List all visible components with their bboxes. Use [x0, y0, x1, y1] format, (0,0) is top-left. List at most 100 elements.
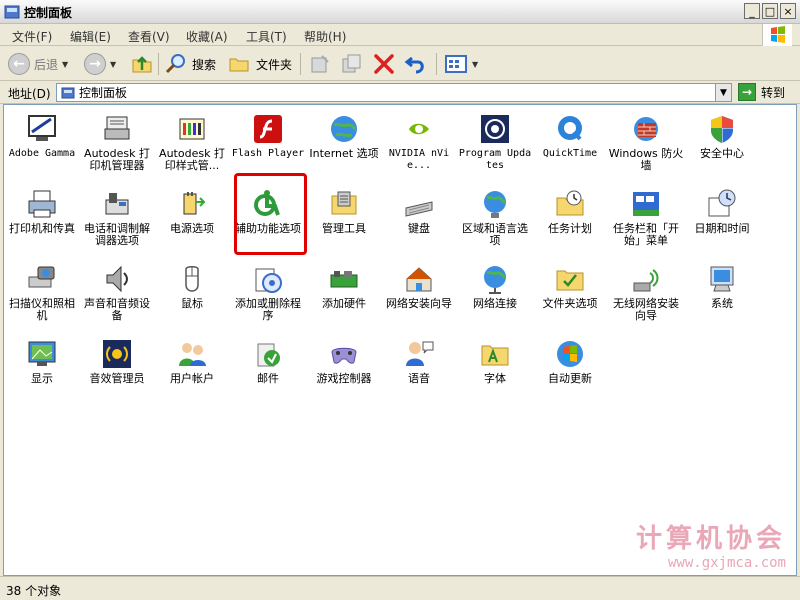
cp-item-label: 显示 — [31, 372, 53, 385]
cp-item-label: 自动更新 — [548, 372, 592, 385]
updates-icon — [479, 113, 511, 145]
cp-item-21[interactable]: 声音和音频设备 — [79, 263, 155, 322]
folders-icon — [229, 58, 249, 72]
cp-item-18[interactable]: 任务栏和「开始」菜单 — [608, 188, 684, 247]
copy-to-button[interactable] — [340, 51, 364, 77]
printer-manager-icon — [101, 113, 133, 145]
cp-item-37[interactable]: 自动更新 — [532, 338, 608, 385]
cp-item-24[interactable]: 添加硬件 — [306, 263, 382, 310]
cp-item-34[interactable]: 游戏控制器 — [306, 338, 382, 385]
cp-item-7[interactable]: QuickTime — [532, 113, 608, 160]
menu-bar: 文件(F) 编辑(E) 查看(V) 收藏(A) 工具(T) 帮助(H) — [0, 24, 800, 46]
cp-item-10[interactable]: 打印机和传真 — [4, 188, 80, 235]
cp-item-33[interactable]: 邮件 — [230, 338, 306, 385]
print-style-icon — [176, 113, 208, 145]
cp-item-27[interactable]: 文件夹选项 — [532, 263, 608, 310]
toolbar: ← 后退 ▼ → ▼ 搜索 文件夹 ▼ — [0, 47, 800, 81]
control-panel-icon — [4, 5, 20, 19]
cp-item-label: Adobe Gamma — [8, 148, 76, 159]
forward-button[interactable]: → ▼ — [84, 51, 116, 77]
cp-item-5[interactable]: NVIDIA nVie... — [381, 113, 457, 172]
back-button[interactable]: ← 后退 ▼ — [8, 51, 68, 77]
cp-item-label: 扫描仪和照相机 — [9, 297, 75, 322]
cp-item-12[interactable]: 电源选项 — [154, 188, 230, 235]
views-icon — [445, 55, 467, 73]
status-bar: 38 个对象 — [0, 576, 800, 600]
cp-item-26[interactable]: 网络连接 — [457, 263, 533, 310]
undo-icon — [404, 56, 424, 74]
cp-item-0[interactable]: Adobe Gamma — [4, 113, 80, 160]
forward-dropdown-icon[interactable]: ▼ — [110, 60, 116, 69]
folders-button[interactable]: 文件夹 — [228, 51, 292, 77]
close-button[interactable]: × — [780, 3, 796, 19]
cp-item-label: 添加硬件 — [322, 297, 366, 310]
address-input[interactable]: 控制面板 ▼ — [56, 83, 732, 102]
delete-x-icon — [374, 54, 394, 74]
menu-help[interactable]: 帮助(H) — [304, 28, 346, 45]
cp-item-35[interactable]: 语音 — [381, 338, 457, 385]
back-dropdown-icon[interactable]: ▼ — [62, 60, 68, 69]
cp-item-16[interactable]: 区域和语言选项 — [457, 188, 533, 247]
move-to-button[interactable] — [308, 51, 332, 77]
cp-item-4[interactable]: Internet 选项 — [306, 113, 382, 160]
maximize-button[interactable]: □ — [762, 3, 778, 19]
cp-item-14[interactable]: 管理工具 — [306, 188, 382, 235]
cp-item-23[interactable]: 添加或删除程序 — [230, 263, 306, 322]
cp-item-label: 鼠标 — [181, 297, 203, 310]
cp-item-28[interactable]: 无线网络安装向导 — [608, 263, 684, 322]
cp-item-1[interactable]: Autodesk 打印机管理器 — [79, 113, 155, 172]
status-object-count: 38 个对象 — [6, 584, 62, 598]
cp-item-6[interactable]: Program Updates — [457, 113, 533, 172]
cp-item-22[interactable]: 鼠标 — [154, 263, 230, 310]
menu-favorites[interactable]: 收藏(A) — [186, 28, 228, 45]
menu-file[interactable]: 文件(F) — [12, 28, 52, 45]
undo-button[interactable] — [404, 51, 428, 77]
add-remove-icon — [252, 263, 284, 295]
globe-icon — [328, 113, 360, 145]
nvidia-icon — [403, 113, 435, 145]
search-icon — [165, 54, 185, 74]
cp-item-2[interactable]: Autodesk 打印样式管... — [154, 113, 230, 172]
cp-item-20[interactable]: 扫描仪和照相机 — [4, 263, 80, 322]
views-button[interactable]: ▼ — [444, 51, 478, 77]
cp-item-30[interactable]: 显示 — [4, 338, 80, 385]
cp-item-label: 电话和调制解调器选项 — [84, 222, 150, 247]
cp-item-17[interactable]: 任务计划 — [532, 188, 608, 235]
control-panel-items: Adobe Gamma Autodesk 打印机管理器 Autodesk 打印样式管… — [3, 104, 797, 576]
network-wizard-icon — [403, 263, 435, 295]
menu-tools[interactable]: 工具(T) — [246, 28, 287, 45]
up-button[interactable] — [130, 51, 154, 77]
cp-item-29[interactable]: 系统 — [684, 263, 760, 310]
printer-icon — [26, 188, 58, 220]
address-dropdown-icon[interactable]: ▼ — [715, 84, 731, 101]
go-button[interactable]: → 转到 — [738, 83, 785, 101]
search-button[interactable]: 搜索 — [164, 51, 216, 77]
audio-manager-icon — [101, 338, 133, 370]
menu-edit[interactable]: 编辑(E) — [70, 28, 111, 45]
views-dropdown-icon[interactable]: ▼ — [472, 60, 478, 69]
cp-item-32[interactable]: 用户帐户 — [154, 338, 230, 385]
up-folder-icon — [132, 56, 152, 73]
cp-item-15[interactable]: 键盘 — [381, 188, 457, 235]
cp-item-8[interactable]: Windows 防火墙 — [608, 113, 684, 172]
delete-button[interactable] — [372, 51, 396, 77]
cp-item-31[interactable]: 音效管理员 — [79, 338, 155, 385]
speech-icon — [403, 338, 435, 370]
scanner-icon — [26, 263, 58, 295]
cp-item-25[interactable]: 网络安装向导 — [381, 263, 457, 310]
address-label: 地址(D) — [8, 87, 51, 101]
region-globe-icon — [479, 188, 511, 220]
minimize-button[interactable]: _ — [744, 3, 760, 19]
highlight-annotation — [234, 173, 307, 255]
menu-view[interactable]: 查看(V) — [128, 28, 170, 45]
watermark-url: www.gxjmca.com — [667, 555, 786, 571]
cp-item-9[interactable]: 安全中心 — [684, 113, 760, 160]
cp-item-label: 网络安装向导 — [386, 297, 452, 310]
cp-item-3[interactable]: Flash Player — [230, 113, 306, 160]
cp-item-label: Internet 选项 — [309, 147, 379, 160]
cp-item-36[interactable]: 字体 — [457, 338, 533, 385]
cp-item-19[interactable]: 日期和时间 — [684, 188, 760, 235]
cp-item-11[interactable]: 电话和调制解调器选项 — [79, 188, 155, 247]
windows-update-icon — [554, 338, 586, 370]
address-bar: 地址(D) 控制面板 ▼ → 转到 — [0, 82, 800, 104]
